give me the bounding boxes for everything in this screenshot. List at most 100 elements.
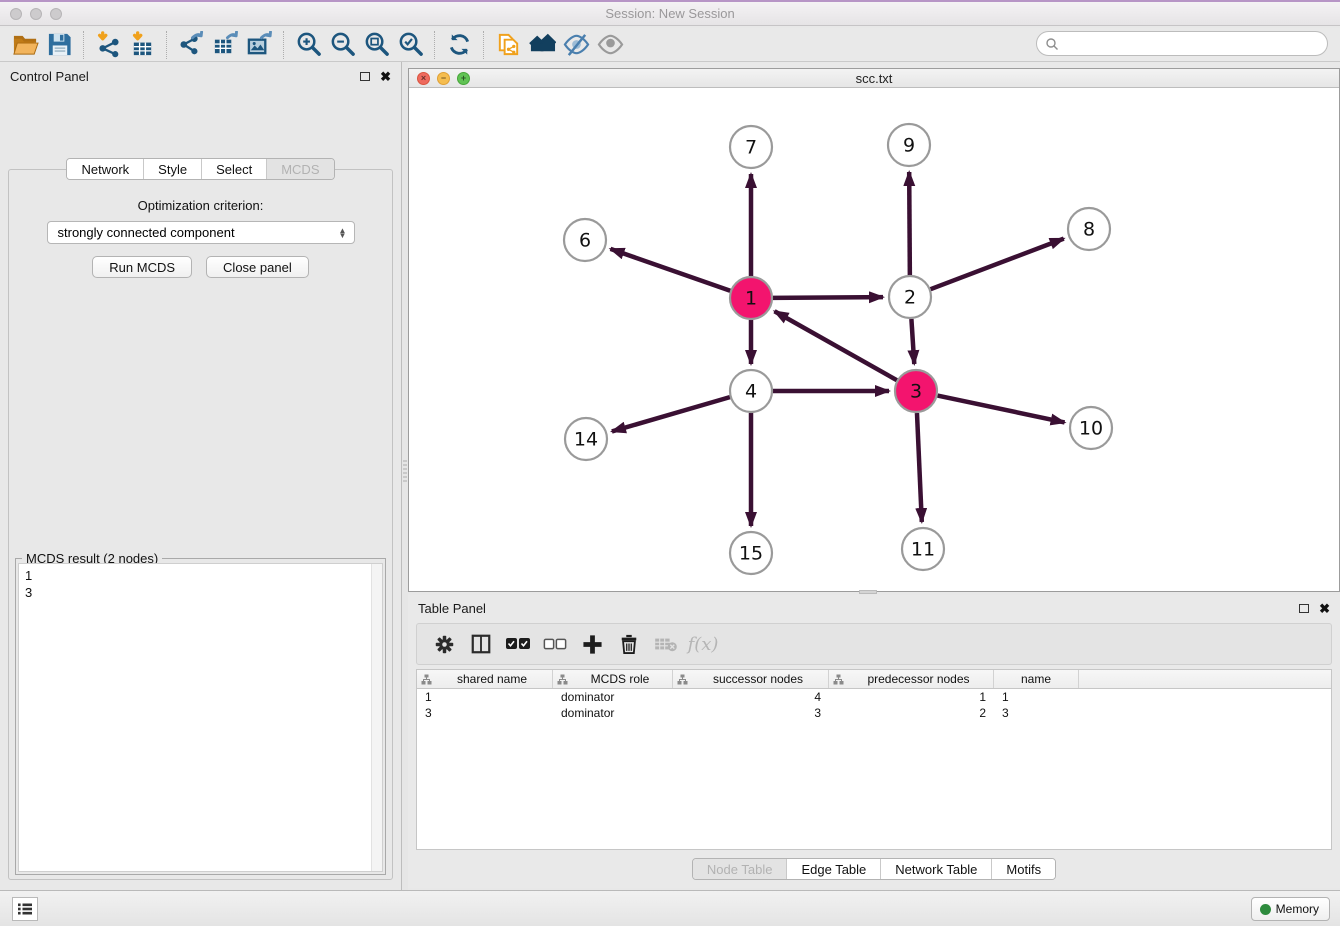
graph-node-14[interactable]: 14 <box>565 418 607 460</box>
cell-successor-nodes[interactable]: 3 <box>673 706 829 720</box>
tab-network-table[interactable]: Network Table <box>880 859 991 879</box>
run-mcds-button[interactable]: Run MCDS <box>92 256 192 278</box>
result-scrollbar[interactable] <box>371 564 382 871</box>
graph-edge-2-8[interactable] <box>931 239 1064 290</box>
open-file-icon[interactable] <box>8 30 42 60</box>
zoom-selected-icon[interactable] <box>393 30 427 60</box>
column-type-icon <box>557 674 568 685</box>
refresh-icon[interactable] <box>442 30 476 60</box>
export-network-icon[interactable] <box>174 30 208 60</box>
close-table-panel-icon[interactable]: ✖ <box>1319 602 1330 615</box>
vertical-splitter[interactable] <box>401 62 408 890</box>
import-network-icon[interactable] <box>91 30 125 60</box>
memory-status-icon <box>1260 904 1271 915</box>
add-column-icon[interactable] <box>577 629 607 659</box>
tab-node-table[interactable]: Node Table <box>693 859 787 879</box>
cell-successor-nodes[interactable]: 4 <box>673 690 829 704</box>
graph-edge-3-11[interactable] <box>917 413 922 522</box>
table-row[interactable]: 1 dominator 4 1 1 <box>417 689 1331 705</box>
cell-mcds-role[interactable]: dominator <box>553 690 673 704</box>
node-table[interactable]: shared name MCDS role successor nodes pr… <box>416 669 1332 850</box>
mcds-panel-body: Optimization criterion: strongly connect… <box>8 169 393 880</box>
column-header-name[interactable]: name <box>994 670 1079 688</box>
network-view-window: × − + scc.txt 1 2 3 4 6 7 8 9 10 11 14 15 <box>408 68 1340 592</box>
hide-selected-icon[interactable] <box>559 30 593 60</box>
zoom-fit-icon[interactable] <box>359 30 393 60</box>
close-panel-icon[interactable]: ✖ <box>380 70 391 83</box>
graph-node-10[interactable]: 10 <box>1070 407 1112 449</box>
graph-edge-4-14[interactable] <box>612 397 730 431</box>
import-table-icon[interactable] <box>125 30 159 60</box>
column-header-successor-nodes[interactable]: successor nodes <box>673 670 829 688</box>
settings-gear-icon[interactable] <box>429 629 459 659</box>
network-graph-canvas[interactable]: 1 2 3 4 6 7 8 9 10 11 14 15 <box>409 88 1339 591</box>
graph-node-2[interactable]: 2 <box>889 276 931 318</box>
tab-mcds[interactable]: MCDS <box>266 159 333 179</box>
float-panel-icon[interactable] <box>360 72 370 81</box>
graph-node-3[interactable]: 3 <box>895 370 937 412</box>
search-field[interactable] <box>1063 34 1327 54</box>
tab-network[interactable]: Network <box>67 159 143 179</box>
svg-text:10: 10 <box>1079 418 1103 440</box>
tab-edge-table[interactable]: Edge Table <box>786 859 880 879</box>
task-history-button[interactable] <box>12 897 38 921</box>
graph-node-9[interactable]: 9 <box>888 124 930 166</box>
tab-style[interactable]: Style <box>143 159 201 179</box>
toolbar-separator <box>434 31 435 59</box>
close-panel-button[interactable]: Close panel <box>206 256 309 278</box>
cell-shared-name[interactable]: 1 <box>417 690 553 704</box>
copy-style-icon[interactable] <box>491 30 525 60</box>
cell-mcds-role[interactable]: dominator <box>553 706 673 720</box>
delete-column-icon[interactable] <box>614 629 644 659</box>
select-all-icon[interactable] <box>503 629 533 659</box>
graph-node-8[interactable]: 8 <box>1068 208 1110 250</box>
mcds-result-textarea[interactable]: 1 3 <box>18 563 383 872</box>
deselect-all-icon[interactable] <box>540 629 570 659</box>
cell-name[interactable]: 1 <box>994 690 1079 704</box>
graph-edge-2-9[interactable] <box>909 172 910 275</box>
memory-button[interactable]: Memory <box>1251 897 1330 921</box>
toolbar-separator <box>83 31 84 59</box>
graph-node-6[interactable]: 6 <box>564 219 606 261</box>
tab-motifs[interactable]: Motifs <box>991 859 1055 879</box>
zoom-out-icon[interactable] <box>325 30 359 60</box>
graph-node-1[interactable]: 1 <box>730 277 772 319</box>
graph-edge-2-3[interactable] <box>911 319 914 364</box>
column-header-predecessor-nodes[interactable]: predecessor nodes <box>829 670 994 688</box>
column-header-shared-name[interactable]: shared name <box>417 670 553 688</box>
optimization-criterion-select[interactable]: strongly connected component ▲▼ <box>47 221 355 244</box>
column-type-icon <box>421 674 432 685</box>
column-header-mcds-role[interactable]: MCDS role <box>553 670 673 688</box>
horizontal-splitter-grip[interactable] <box>859 590 877 594</box>
export-table-icon[interactable] <box>208 30 242 60</box>
show-selected-icon[interactable] <box>593 30 627 60</box>
cell-predecessor-nodes[interactable]: 1 <box>829 690 994 704</box>
graph-edge-3-1[interactable] <box>775 311 897 380</box>
cell-shared-name[interactable]: 3 <box>417 706 553 720</box>
svg-text:1: 1 <box>745 288 757 310</box>
zoom-in-icon[interactable] <box>291 30 325 60</box>
graph-edge-1-6[interactable] <box>610 249 730 291</box>
graph-node-15[interactable]: 15 <box>730 532 772 574</box>
graph-edge-3-10[interactable] <box>938 396 1065 423</box>
dropdown-stepper-icon: ▲▼ <box>335 224 351 241</box>
table-tabs: Node Table Edge Table Network Table Moti… <box>408 858 1340 880</box>
table-panel-title: Table Panel <box>418 601 1299 616</box>
cell-predecessor-nodes[interactable]: 2 <box>829 706 994 720</box>
export-image-icon[interactable] <box>242 30 276 60</box>
tab-select[interactable]: Select <box>201 159 266 179</box>
graph-node-7[interactable]: 7 <box>730 126 772 168</box>
toggle-column-panel-icon[interactable] <box>466 629 496 659</box>
table-row[interactable]: 3 dominator 3 2 3 <box>417 705 1331 721</box>
network-window-titlebar[interactable]: × − + scc.txt <box>409 69 1339 88</box>
search-input[interactable] <box>1036 31 1328 56</box>
graph-edge-1-2[interactable] <box>773 297 883 298</box>
show-all-icon[interactable] <box>525 30 559 60</box>
app-titlebar: Session: New Session <box>0 0 1340 26</box>
graph-node-4[interactable]: 4 <box>730 370 772 412</box>
splitter-grip[interactable] <box>403 460 407 482</box>
cell-name[interactable]: 3 <box>994 706 1079 720</box>
float-table-panel-icon[interactable] <box>1299 604 1309 613</box>
graph-node-11[interactable]: 11 <box>902 528 944 570</box>
save-session-icon[interactable] <box>42 30 76 60</box>
